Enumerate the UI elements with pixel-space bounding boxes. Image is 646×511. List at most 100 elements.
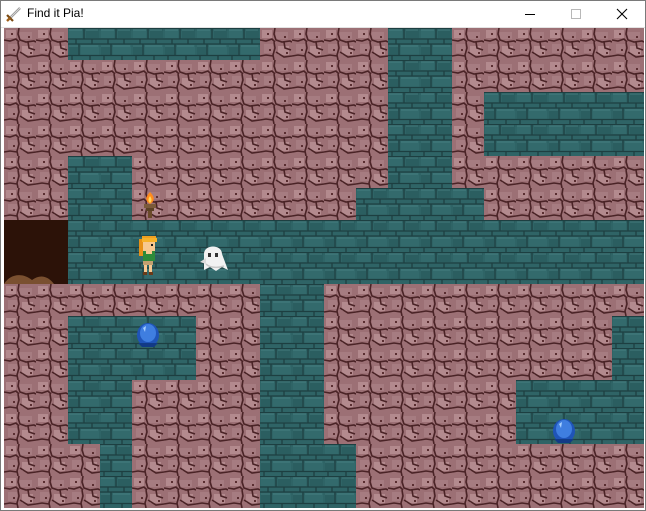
rock-wall-tile [100,124,132,156]
rock-wall-tile [356,92,388,124]
rock-wall-tile [4,380,36,412]
rock-wall-tile [36,28,68,60]
rock-wall-tile [452,156,484,188]
floor-tile [68,348,100,380]
rock-wall-tile [580,476,612,508]
rock-wall-tile [580,284,612,316]
rock-wall-tile [164,92,196,124]
maximize-button[interactable] [553,1,599,27]
floor-tile [356,188,388,220]
floor-tile [420,188,452,220]
rock-wall-tile [164,284,196,316]
rock-wall-tile [132,92,164,124]
rock-wall-tile [452,348,484,380]
rock-wall-tile [388,476,420,508]
floor-tile [100,188,132,220]
rock-wall-tile [388,444,420,476]
floor-tile [484,252,516,284]
rock-wall-tile [420,380,452,412]
rock-wall-tile [388,412,420,444]
floor-tile [388,28,420,60]
floor-tile [516,124,548,156]
rock-wall-tile [356,156,388,188]
rock-wall-tile [228,348,260,380]
floor-tile [68,412,100,444]
rock-wall-tile [516,28,548,60]
floor-tile [388,156,420,188]
game-viewport[interactable] [4,28,644,508]
floor-tile [292,348,324,380]
rock-wall-tile [228,316,260,348]
rock-wall-tile [356,444,388,476]
rock-wall-tile [196,476,228,508]
floor-tile [356,220,388,252]
rock-wall-tile [612,28,644,60]
rock-wall-tile [4,188,36,220]
floor-tile [324,476,356,508]
rock-wall-tile [36,92,68,124]
floor-tile [580,220,612,252]
floor-tile [164,348,196,380]
rock-wall-tile [516,476,548,508]
floor-tile [612,92,644,124]
rock-wall-tile [356,476,388,508]
floor-tile [580,252,612,284]
rock-wall-tile [548,156,580,188]
close-button[interactable] [599,1,645,27]
rock-wall-tile [228,92,260,124]
rock-wall-tile [132,284,164,316]
rock-wall-tile [612,188,644,220]
rock-wall-tile [228,124,260,156]
rock-wall-tile [324,92,356,124]
rock-wall-tile [292,124,324,156]
rock-wall-tile [132,380,164,412]
rock-wall-tile [484,28,516,60]
sword-icon [5,5,23,23]
rock-wall-tile [196,188,228,220]
rock-wall-tile [228,412,260,444]
rock-wall-tile [228,284,260,316]
rock-wall-tile [484,188,516,220]
rock-wall-tile [324,380,356,412]
rock-wall-tile [484,380,516,412]
rock-wall-tile [612,444,644,476]
rock-wall-tile [356,284,388,316]
floor-tile [292,412,324,444]
minimize-button[interactable] [507,1,553,27]
floor-tile [68,156,100,188]
blue-gem[interactable] [137,323,159,347]
rock-wall-tile [484,284,516,316]
rock-wall-tile [164,444,196,476]
floor-tile [260,220,292,252]
rock-wall-tile [612,156,644,188]
rock-wall-tile [68,444,100,476]
floor-tile [260,380,292,412]
rock-wall-tile [36,284,68,316]
rock-wall-tile [4,476,36,508]
rock-wall-tile [548,316,580,348]
floor-tile [100,252,132,284]
rock-wall-tile [324,348,356,380]
floor-tile [68,220,100,252]
rock-wall-tile [452,28,484,60]
rock-wall-tile [164,188,196,220]
rock-wall-tile [260,124,292,156]
dungeon-map [4,28,644,508]
floor-tile [388,92,420,124]
rock-wall-tile [196,412,228,444]
rock-wall-tile [68,284,100,316]
floor-tile [68,316,100,348]
rock-wall-tile [228,476,260,508]
floor-tile [420,252,452,284]
floor-tile [548,92,580,124]
rock-wall-tile [356,412,388,444]
floor-tile [100,28,132,60]
rock-wall-tile [548,476,580,508]
floor-tile [260,476,292,508]
floor-tile [100,156,132,188]
floor-tile [132,28,164,60]
floor-tile [484,220,516,252]
title-bar[interactable]: Find it Pia! [1,1,645,28]
blue-gem[interactable] [553,419,575,443]
game-window: Find it Pia! [0,0,646,511]
